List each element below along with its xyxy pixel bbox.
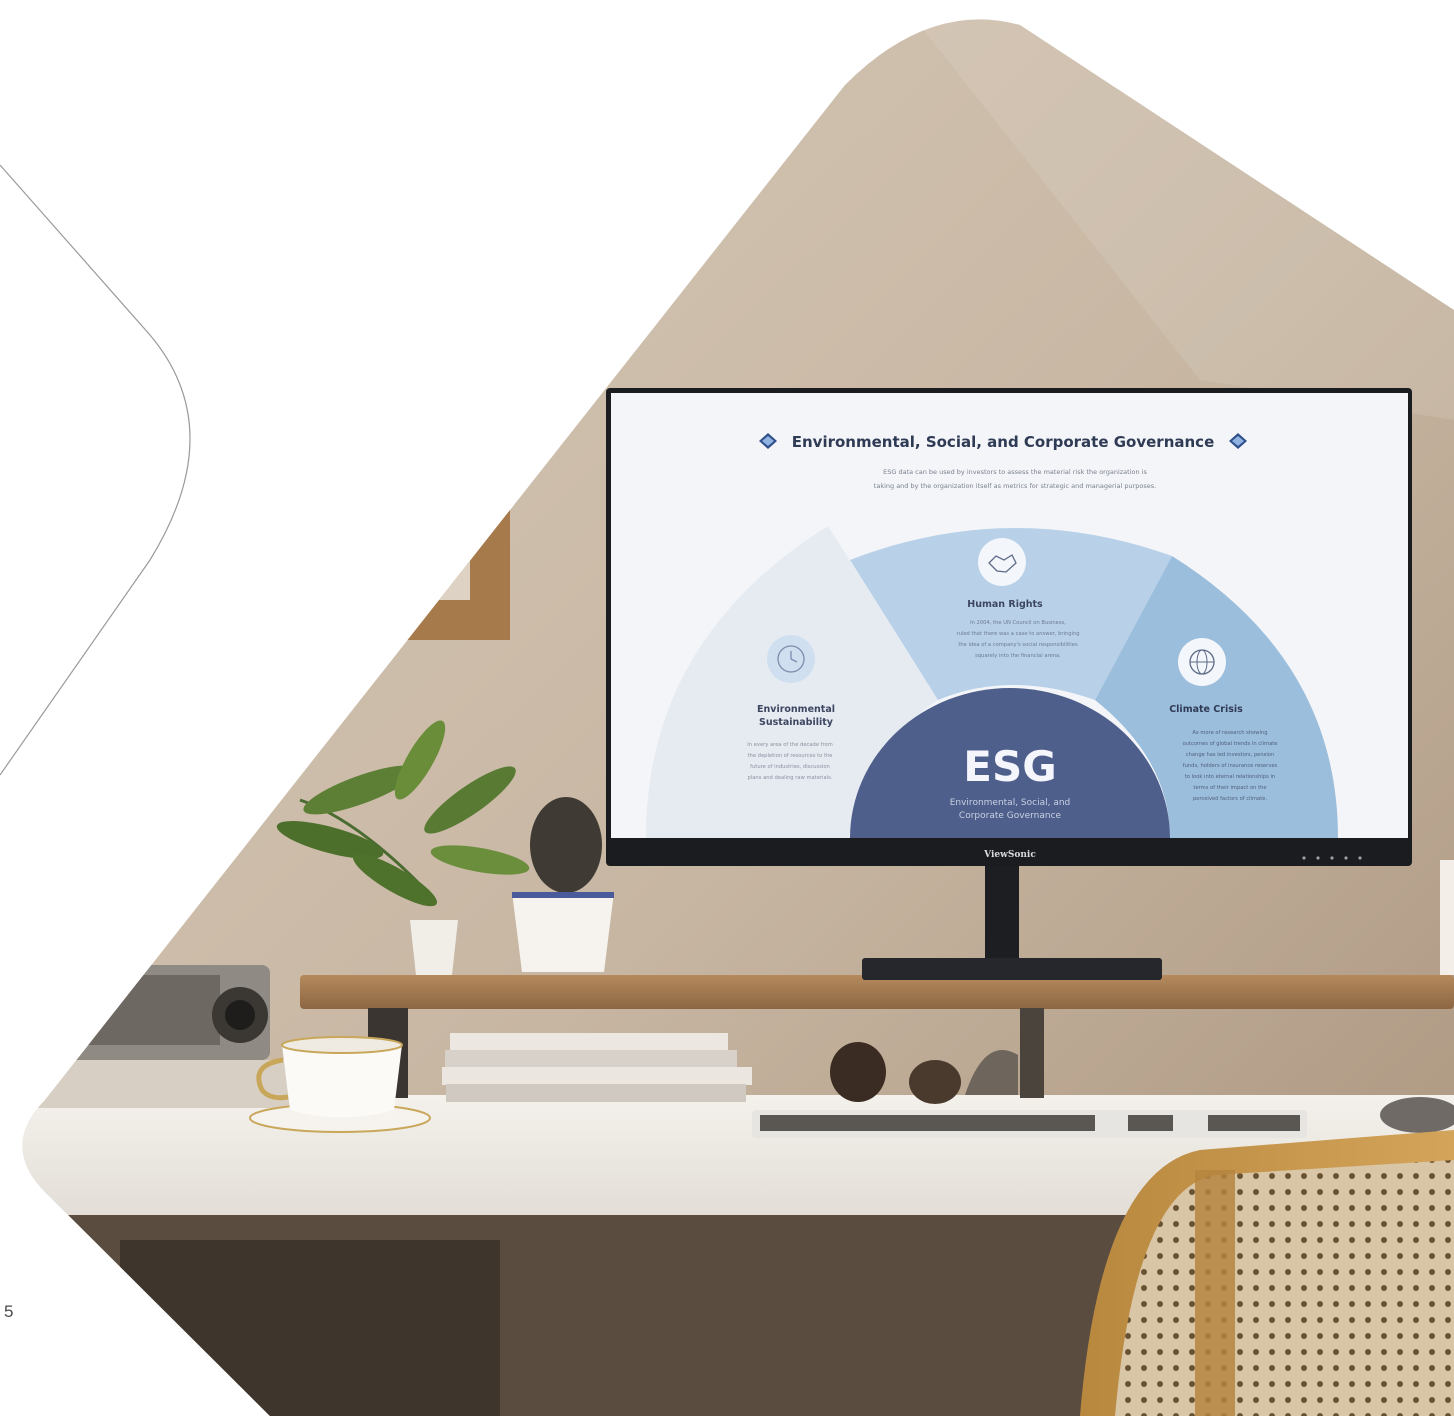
vintage-camera — [22, 965, 290, 1108]
slide-subtitle-2: taking and by the organization itself as… — [874, 482, 1156, 490]
env-body-4: plans and dealing raw materials. — [748, 775, 833, 781]
monitor-shelf — [300, 975, 1454, 1009]
climate-body-6: terms of their impact on the — [1193, 785, 1266, 791]
book-stack — [442, 1033, 752, 1102]
climate-body-3: change has led investors, pension — [1186, 752, 1275, 758]
env-title-1: Environmental — [757, 704, 835, 715]
page-number: 5 — [4, 1302, 14, 1321]
slide-subtitle-1: ESG data can be used by investors to ass… — [883, 468, 1147, 476]
handshake-icon — [978, 538, 1026, 586]
keyboard — [752, 1110, 1307, 1138]
env-body-1: In every area of the decade from — [747, 742, 833, 748]
hr-body-4: squarely into the financial arena. — [975, 653, 1061, 659]
hr-body-3: the idea of a company's social responsib… — [958, 642, 1078, 648]
env-body-3: future of industries, discussion — [750, 764, 830, 770]
esg-label: ESG — [963, 742, 1056, 791]
env-body-2: the depletion of resources to the — [748, 753, 833, 759]
climate-body-5: to look into eternal relationships in — [1185, 774, 1275, 780]
hr-body-1: In 2004, the UN Council on Business, — [970, 620, 1066, 626]
globe-icon — [1178, 638, 1226, 686]
picture-frame — [220, 300, 510, 640]
climate-body-1: As more of research showing — [1192, 730, 1267, 736]
slide-title: Environmental, Social, and Corporate Gov… — [792, 433, 1215, 451]
esg-sub-1: Environmental, Social, and — [950, 798, 1071, 808]
hero-photo: ViewSonic Environmental, Social, and Cor… — [0, 19, 1454, 1416]
climate-body-7: perceived factors of climate. — [1193, 796, 1268, 802]
env-title-2: Sustainability — [759, 717, 834, 728]
esg-sub-2: Corporate Governance — [959, 811, 1062, 821]
climate-body-2: outcomes of global trends in climate — [1183, 741, 1278, 747]
climate-title: Climate Crisis — [1169, 704, 1243, 715]
decorative-outline — [0, 164, 191, 776]
hr-body-2: ruled that there was a case to answer, b… — [956, 631, 1079, 637]
brand-logo: ViewSonic — [983, 850, 1036, 860]
clock-icon — [767, 635, 815, 683]
hr-title: Human Rights — [967, 599, 1043, 610]
pine-cone — [830, 1042, 886, 1102]
climate-body-4: funds, holders of insurance reserves — [1183, 763, 1278, 769]
